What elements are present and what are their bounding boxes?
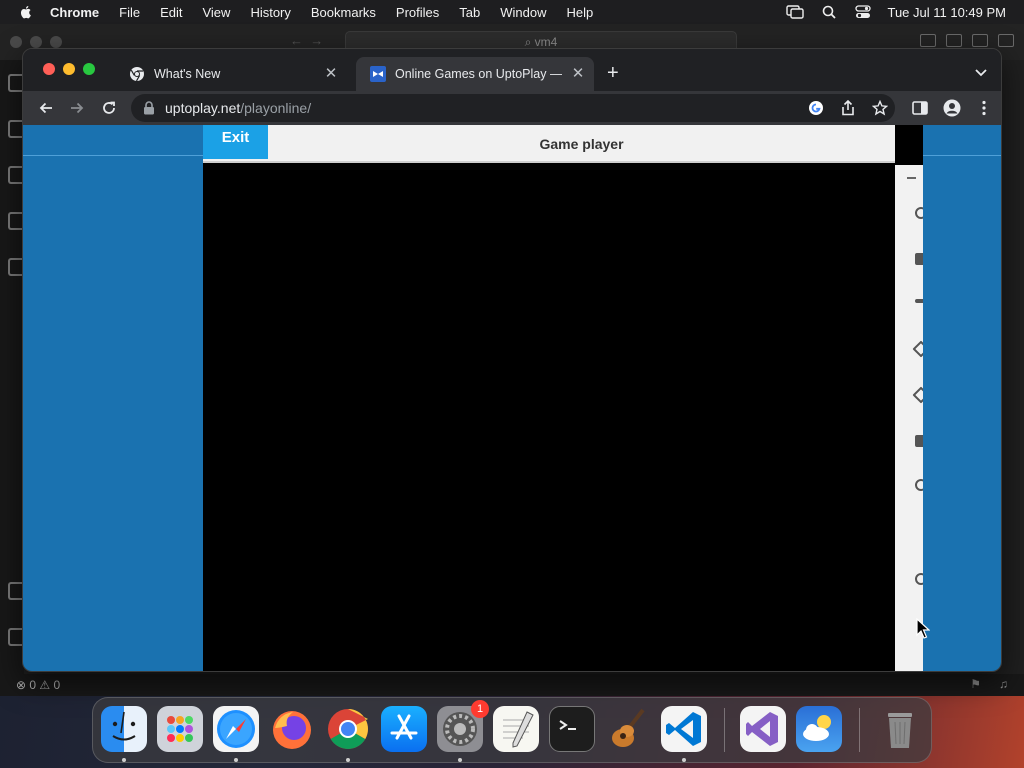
menu-profiles[interactable]: Profiles bbox=[396, 5, 439, 20]
menu-window[interactable]: Window bbox=[500, 5, 546, 20]
game-tools-sidebar bbox=[895, 165, 923, 671]
finder-icon[interactable] bbox=[101, 706, 147, 752]
tool-icon-7[interactable] bbox=[915, 479, 923, 491]
chrome-favicon-icon bbox=[130, 67, 144, 82]
dock-separator bbox=[859, 708, 860, 752]
uptoplay-favicon-icon bbox=[370, 66, 386, 82]
trash-icon[interactable] bbox=[877, 706, 923, 752]
vscode-running-dot bbox=[682, 758, 686, 762]
collapse-dash-icon[interactable] bbox=[907, 177, 916, 179]
macos-dock: 1 bbox=[92, 697, 932, 763]
weather-icon[interactable] bbox=[796, 706, 842, 752]
chrome-toolbar: uptoplay.net/playonline/ bbox=[23, 91, 1001, 125]
app-store-icon[interactable] bbox=[381, 706, 427, 752]
tool-icon-4[interactable] bbox=[912, 340, 923, 358]
tool-icon-1[interactable] bbox=[915, 207, 923, 219]
web-page-content: Exit Game player bbox=[23, 125, 1001, 671]
profile-avatar-icon[interactable] bbox=[943, 99, 961, 117]
menu-view[interactable]: View bbox=[202, 5, 230, 20]
launchpad-icon[interactable] bbox=[157, 706, 203, 752]
finder-running-dot bbox=[122, 758, 126, 762]
apple-menu-icon[interactable] bbox=[18, 4, 34, 20]
game-canvas[interactable] bbox=[203, 165, 895, 671]
tool-icon-6[interactable] bbox=[915, 435, 923, 447]
minimize-window-button[interactable] bbox=[63, 63, 75, 75]
textedit-icon[interactable] bbox=[493, 706, 539, 752]
menu-edit[interactable]: Edit bbox=[160, 5, 182, 20]
menu-bookmarks[interactable]: Bookmarks bbox=[311, 5, 376, 20]
safari-icon[interactable] bbox=[213, 706, 259, 752]
feedback-icon[interactable]: ⚑ bbox=[970, 677, 981, 691]
terminal-icon[interactable] bbox=[549, 706, 595, 752]
vscode-statusbar: ⊗ 0 ⚠ 0 ⚑ ♫ bbox=[0, 674, 1024, 696]
menubar-clock[interactable]: Tue Jul 11 10:49 PM bbox=[887, 5, 1006, 20]
google-lens-icon[interactable] bbox=[807, 99, 825, 117]
tab-title: What's New bbox=[154, 67, 221, 81]
menu-file[interactable]: File bbox=[119, 5, 140, 20]
menu-app-name[interactable]: Chrome bbox=[50, 5, 99, 20]
url-text: uptoplay.net/playonline/ bbox=[165, 100, 312, 116]
dock-separator bbox=[724, 708, 725, 752]
new-tab-plus-icon[interactable]: + bbox=[607, 63, 619, 83]
game-player: Exit Game player bbox=[203, 125, 923, 671]
exit-button[interactable]: Exit bbox=[203, 125, 268, 159]
lock-icon[interactable] bbox=[143, 101, 155, 115]
vscode-nav-arrows[interactable]: ← → bbox=[290, 33, 323, 48]
chrome-menu-icon[interactable] bbox=[975, 99, 993, 117]
side-panel-icon[interactable] bbox=[911, 99, 929, 117]
tool-icon-8[interactable] bbox=[915, 573, 923, 585]
mouse-cursor-icon bbox=[916, 618, 930, 639]
game-player-header: Exit Game player bbox=[203, 125, 895, 163]
vscode-traffic-lights bbox=[10, 36, 62, 48]
reload-icon[interactable] bbox=[100, 99, 118, 117]
tab-search-chevron-icon[interactable] bbox=[973, 64, 989, 80]
game-player-title: Game player bbox=[539, 136, 624, 152]
spotlight-search-icon[interactable] bbox=[819, 4, 839, 20]
chrome-icon[interactable] bbox=[325, 706, 371, 752]
menu-history[interactable]: History bbox=[250, 5, 290, 20]
forward-arrow-icon[interactable] bbox=[68, 99, 86, 117]
vscode-activity-bar bbox=[0, 60, 24, 680]
tab-whats-new[interactable]: What's New ✕ bbox=[115, 57, 347, 91]
tool-icon-3[interactable] bbox=[915, 299, 923, 303]
address-bar[interactable]: uptoplay.net/playonline/ bbox=[131, 94, 895, 122]
macos-menubar: Chrome File Edit View History Bookmarks … bbox=[0, 0, 1024, 24]
menu-help[interactable]: Help bbox=[567, 5, 594, 20]
menu-tab[interactable]: Tab bbox=[459, 5, 480, 20]
vscode-layout-icons[interactable] bbox=[920, 34, 1014, 47]
back-arrow-icon[interactable] bbox=[37, 99, 55, 117]
tool-icon-5[interactable] bbox=[912, 386, 923, 404]
tool-icon-2[interactable] bbox=[915, 253, 923, 265]
tab-uptoplay[interactable]: Online Games on UptoPlay — P ✕ bbox=[356, 57, 594, 91]
close-window-button[interactable] bbox=[43, 63, 55, 75]
tab-strip: What's New ✕ Online Games on UptoPlay — … bbox=[23, 49, 1001, 91]
tab-title: Online Games on UptoPlay — P bbox=[395, 67, 562, 81]
bookmark-star-icon[interactable] bbox=[871, 99, 889, 117]
safari-running-dot bbox=[234, 758, 238, 762]
settings-notification-badge: 1 bbox=[471, 700, 489, 718]
share-icon[interactable] bbox=[839, 99, 857, 117]
problems-indicator[interactable]: ⊗ 0 ⚠ 0 bbox=[16, 678, 60, 692]
tab-close-icon[interactable]: ✕ bbox=[323, 66, 339, 82]
tab-close-icon[interactable]: ✕ bbox=[570, 66, 586, 82]
system-settings-gear-icon[interactable]: 1 bbox=[437, 700, 489, 752]
garageband-guitar-icon[interactable] bbox=[605, 706, 651, 752]
chrome-window: What's New ✕ Online Games on UptoPlay — … bbox=[22, 48, 1002, 672]
screen-mirroring-icon[interactable] bbox=[785, 4, 805, 20]
notifications-bell-icon[interactable]: ♫ bbox=[999, 677, 1008, 691]
chrome-running-dot bbox=[346, 758, 350, 762]
zoom-window-button[interactable] bbox=[83, 63, 95, 75]
firefox-icon[interactable] bbox=[269, 706, 315, 752]
vscode-icon[interactable] bbox=[661, 706, 707, 752]
control-center-icon[interactable] bbox=[853, 4, 873, 20]
settings-running-dot bbox=[458, 758, 462, 762]
visual-studio-icon[interactable] bbox=[740, 706, 786, 752]
window-controls bbox=[43, 63, 95, 75]
